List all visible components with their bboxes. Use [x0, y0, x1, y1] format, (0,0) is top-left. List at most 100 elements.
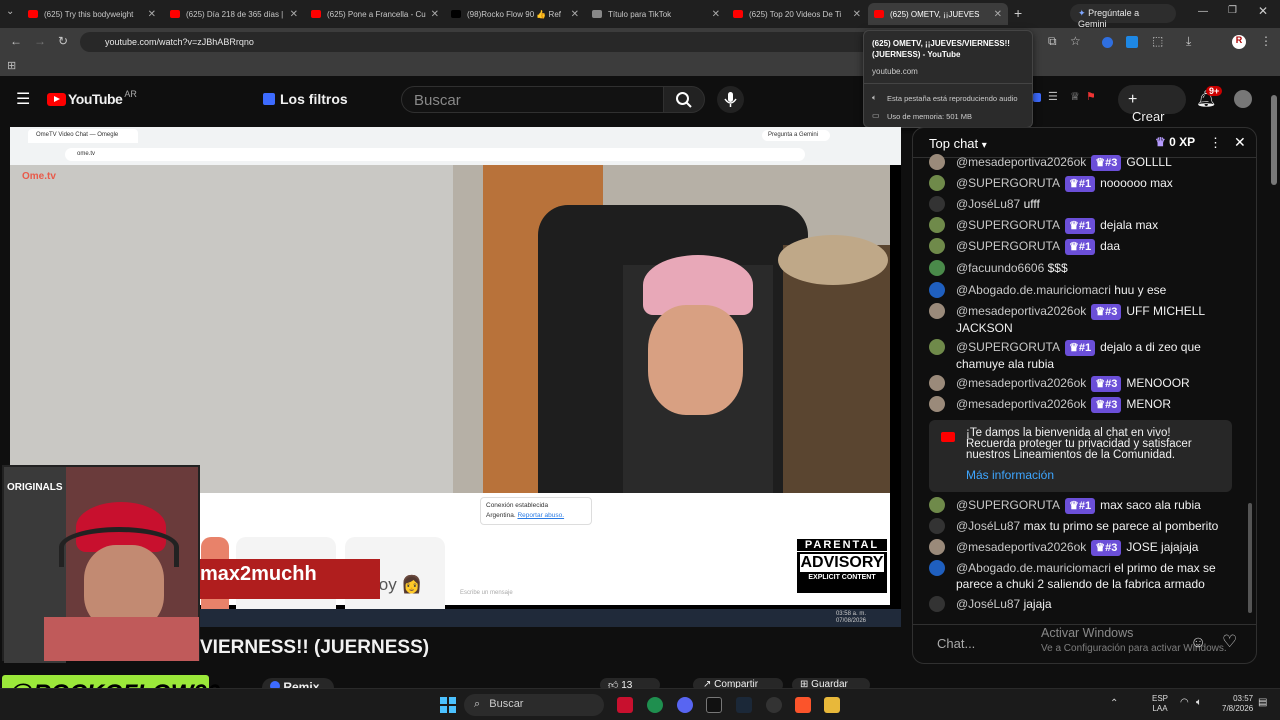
avatar[interactable] — [929, 154, 945, 170]
browser-tab[interactable]: (625) Pone a Francella - Cu ✕ — [305, 3, 445, 25]
browser-tab[interactable]: (98)Rocko Flow 90 👍 Ref ✕ — [445, 3, 585, 25]
avatar[interactable] — [929, 303, 945, 319]
url-field[interactable]: youtube.com/watch?v=zJBhABRrqno — [80, 32, 960, 52]
voice-search-button[interactable] — [717, 86, 744, 113]
chat-author[interactable]: @SUPERGORUTA — [956, 498, 1060, 512]
discord-icon[interactable] — [677, 697, 693, 713]
windows-start-icon[interactable] — [440, 697, 456, 713]
avatar[interactable] — [929, 539, 945, 555]
extension-icon[interactable] — [1033, 93, 1041, 102]
bookmark-star-icon[interactable]: ☆ — [1070, 34, 1081, 48]
new-tab-button[interactable]: + — [1014, 5, 1022, 21]
avatar[interactable] — [929, 497, 945, 513]
maximize-button[interactable]: ❐ — [1228, 5, 1237, 16]
extension-icon[interactable] — [1102, 37, 1113, 48]
chat-author[interactable]: @SUPERGORUTA — [956, 176, 1060, 190]
tray-chevron-icon[interactable]: ⌃ — [1110, 698, 1118, 709]
chat-author[interactable]: @mesadeportiva2026ok — [956, 397, 1086, 411]
wifi-icon[interactable]: ◠ — [1180, 697, 1189, 708]
chrome-icon[interactable] — [647, 697, 663, 713]
close-chat-icon[interactable]: ✕ — [1234, 134, 1246, 151]
taskbar-search[interactable]: ⌕ Buscar — [464, 694, 604, 716]
minimize-button[interactable]: — — [1198, 6, 1208, 17]
avatar[interactable] — [929, 396, 945, 412]
tab-list-icon[interactable]: ⌄ — [6, 6, 14, 17]
notification-center-icon[interactable]: ▤ — [1258, 697, 1267, 708]
chat-menu-icon[interactable]: ⋮ — [1209, 135, 1222, 151]
extensions-puzzle-icon[interactable]: ⬚ — [1152, 34, 1163, 48]
close-tab-icon[interactable]: ✕ — [290, 9, 298, 20]
chat-author[interactable]: @mesadeportiva2026ok — [956, 540, 1086, 554]
menu-icon[interactable]: ☰ — [16, 89, 30, 109]
close-tab-icon[interactable]: ✕ — [431, 9, 439, 20]
chat-author[interactable]: @SUPERGORUTA — [956, 218, 1060, 232]
browser-tab[interactable]: (625) OMETV, ¡¡JUEVES ✕ — [868, 3, 1008, 25]
app-icon[interactable] — [617, 697, 633, 713]
chat-author[interactable]: @SUPERGORUTA — [956, 239, 1060, 253]
steam-icon[interactable] — [736, 697, 752, 713]
profile-avatar[interactable]: R — [1232, 35, 1246, 49]
language-indicator[interactable]: ESP LAA — [1152, 694, 1168, 714]
browser-menu-icon[interactable]: ⋮ — [1260, 34, 1272, 48]
volume-icon[interactable]: 🔈︎ — [1196, 697, 1202, 708]
download-icon[interactable]: ⤓ — [1186, 34, 1191, 49]
chat-author[interactable]: @facuundo6606 — [956, 261, 1044, 275]
extension-icon[interactable] — [1126, 36, 1138, 48]
close-tab-icon[interactable]: ✕ — [853, 9, 861, 20]
chat-author[interactable]: @JoséLu87 — [956, 597, 1020, 611]
chat-author[interactable]: @mesadeportiva2026ok — [956, 155, 1086, 169]
taskbar-clock[interactable]: 03:57 7/8/2026 — [1222, 694, 1253, 714]
avatar[interactable] — [929, 282, 945, 298]
crown-icon[interactable]: ♕ — [1070, 90, 1080, 103]
close-window-button[interactable]: ✕ — [1258, 4, 1268, 18]
chat-author[interactable]: @JoséLu87 — [956, 197, 1020, 211]
browser-tab[interactable]: (625) Try this bodyweight ✕ — [22, 3, 162, 25]
search-button[interactable] — [663, 86, 705, 113]
chat-author[interactable]: @Abogado.de.mauriciomacri — [956, 283, 1111, 297]
notifications-button[interactable]: 🔔︎ 9+ — [1196, 86, 1223, 109]
close-tab-icon[interactable]: ✕ — [571, 9, 579, 20]
gemini-button[interactable]: ✦ Pregúntale a Gemini — [1070, 4, 1176, 29]
close-tab-icon[interactable]: ✕ — [994, 9, 1002, 20]
browser-tab[interactable]: (625) Top 20 Videos De Ti ✕ — [727, 3, 867, 25]
cast-icon[interactable]: ⧉ — [1048, 34, 1057, 49]
chat-mode-dropdown[interactable]: Top chat ▾ — [929, 136, 987, 151]
apps-grid-icon[interactable]: ⊞ — [7, 59, 16, 72]
browser-tab[interactable]: Título para TikTok ✕ — [586, 3, 726, 25]
xp-badge[interactable]: ♛ 0 XP — [1155, 135, 1195, 149]
avatar[interactable] — [929, 518, 945, 534]
avatar[interactable] — [929, 339, 945, 355]
browser-tab[interactable]: (625) Día 218 de 365 días | ✕ — [164, 3, 304, 25]
search-input[interactable]: Buscar — [401, 86, 664, 113]
chat-author[interactable]: @Abogado.de.mauriciomacri — [956, 561, 1111, 575]
filters-button[interactable]: Los filtros — [263, 91, 348, 107]
close-tab-icon[interactable]: ✕ — [712, 9, 720, 20]
file-explorer-icon[interactable] — [824, 697, 840, 713]
forward-icon[interactable]: → — [34, 34, 46, 48]
avatar[interactable] — [929, 175, 945, 191]
chat-author[interactable]: @SUPERGORUTA — [956, 340, 1060, 354]
create-button[interactable]: + Crear — [1118, 85, 1186, 124]
app-icon[interactable] — [706, 697, 722, 713]
chat-author[interactable]: @mesadeportiva2026ok — [956, 304, 1086, 318]
avatar[interactable] — [929, 217, 945, 233]
avatar[interactable] — [1234, 90, 1252, 108]
close-tab-icon[interactable]: ✕ — [148, 9, 156, 20]
alert-icon[interactable]: ⚑ — [1086, 90, 1096, 103]
avatar[interactable] — [929, 260, 945, 276]
brave-icon[interactable] — [795, 697, 811, 713]
back-icon[interactable]: ← — [10, 34, 22, 48]
reload-icon[interactable]: ↻ — [58, 34, 68, 48]
chat-author[interactable]: @mesadeportiva2026ok — [956, 376, 1086, 390]
avatar[interactable] — [929, 375, 945, 391]
chat-scrollbar[interactable] — [1248, 158, 1252, 628]
avatar[interactable] — [929, 560, 945, 576]
page-scrollbar[interactable] — [1268, 80, 1280, 680]
chat-author[interactable]: @JoséLu87 — [956, 519, 1020, 533]
avatar[interactable] — [929, 596, 945, 612]
avatar[interactable] — [929, 196, 945, 212]
avatar[interactable] — [929, 238, 945, 254]
list-icon[interactable]: ☰ — [1048, 90, 1058, 103]
more-info-link[interactable]: Más información — [966, 468, 1054, 482]
youtube-logo[interactable]: YouTube AR — [47, 89, 137, 107]
